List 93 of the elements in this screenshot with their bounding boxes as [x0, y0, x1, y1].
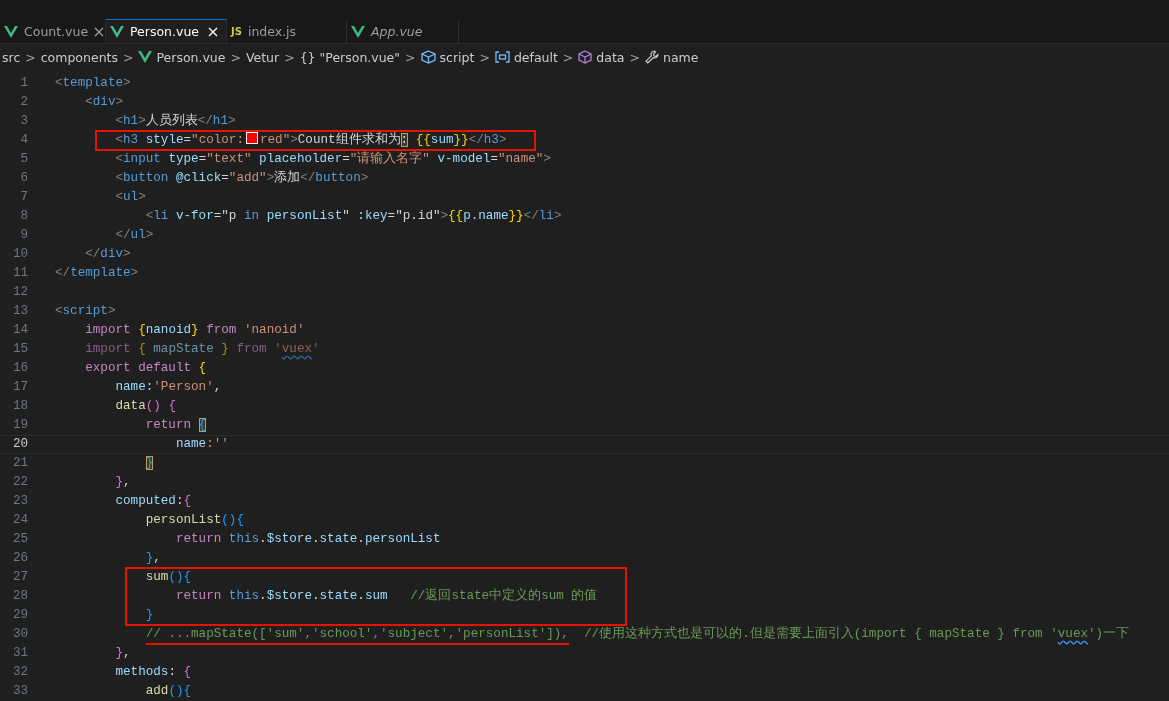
line-number: 15: [11, 341, 28, 358]
code-line: methods: {: [114, 664, 192, 681]
breadcrumb-item[interactable]: default: [494, 49, 558, 65]
editor-tab[interactable]: JS index.js: [227, 19, 347, 43]
cube-icon: [578, 50, 593, 64]
code-line: export default {: [84, 360, 207, 377]
line-number: 4: [19, 132, 28, 149]
code-line: },: [114, 645, 131, 662]
line-number: 2: [19, 94, 28, 111]
line-number: 10: [11, 246, 28, 263]
breadcrumb-separator: >: [562, 49, 574, 65]
code-line: return this.$store.state.sum //返回state中定义的sum 的值: [174, 587, 598, 605]
line-number: 19: [11, 417, 28, 434]
code-line: <ul>: [114, 189, 146, 206]
line-number: 1: [19, 75, 28, 92]
line-number: 17: [11, 379, 28, 396]
code-line: return {: [144, 417, 207, 434]
breadcrumb-item[interactable]: {} "Person.vue": [299, 49, 401, 65]
editor-tab[interactable]: Person.vue: [106, 19, 227, 43]
line-number: 8: [19, 208, 28, 225]
vue-logo-icon: [351, 25, 365, 38]
line-number: 7: [19, 189, 28, 206]
line-number: 3: [19, 113, 28, 130]
breadcrumb-separator: >: [25, 49, 36, 65]
breadcrumb-separator: >: [405, 49, 416, 65]
line-number: 6: [19, 170, 28, 187]
line-number: 18: [11, 398, 28, 415]
code-line: personList(){: [144, 512, 244, 529]
code-line: <script>: [55, 303, 116, 320]
wrench-icon: [645, 50, 659, 64]
code-line: },: [114, 474, 131, 491]
code-line: sum(){: [144, 569, 192, 586]
color-swatch[interactable]: [246, 132, 258, 144]
code-line: <h1>人员列表</h1>: [114, 112, 236, 130]
vue-logo-icon: [4, 25, 18, 38]
vue-logo-icon: [110, 25, 124, 38]
breadcrumb-item[interactable]: Vetur: [245, 49, 280, 65]
line-number: 24: [11, 512, 28, 529]
line-number: 12: [11, 284, 28, 301]
line-number: 11: [11, 265, 28, 282]
code-line: <input type="text" placeholder="请输入名字" v-model="name">: [114, 150, 551, 168]
line-number: 22: [11, 474, 28, 491]
line-number: 31: [11, 645, 28, 662]
code-line: },: [144, 550, 161, 567]
breadcrumb-item[interactable]: Person.vue: [138, 49, 226, 65]
code-line: computed:{: [114, 493, 192, 510]
line-number: 32: [11, 664, 28, 681]
line-number: 29: [11, 607, 28, 624]
line-number: 5: [19, 151, 28, 168]
breadcrumb-item[interactable]: name: [645, 49, 699, 65]
breadcrumb-item[interactable]: data: [578, 49, 625, 65]
breadcrumb-item[interactable]: script: [420, 49, 475, 65]
js-file-icon: JS: [231, 26, 242, 37]
line-number: 14: [11, 322, 28, 339]
line-number: 23: [11, 493, 28, 510]
breadcrumb-item[interactable]: components: [40, 49, 118, 65]
code-line: </div>: [84, 246, 131, 263]
code-line: return this.$store.state.personList: [174, 531, 441, 548]
line-number: 20: [11, 436, 28, 453]
close-icon[interactable]: [94, 26, 105, 37]
code-line: import {nanoid} from 'nanoid': [84, 322, 305, 339]
line-number: 13: [11, 303, 28, 320]
code-line: name:'': [174, 436, 229, 453]
code-line: // ...mapState(['sum','school','subject','personList']), //使用这种方式也是可以的.但是需要上面引入(import { mapState } from 'vuex')一下: [55, 625, 1130, 644]
line-number: 33: [11, 683, 28, 700]
breadcrumb-separator: >: [122, 49, 134, 65]
code-line: import { mapState } from 'vuex': [84, 341, 320, 358]
breadcrumb-separator: >: [284, 49, 295, 65]
module-icon: [494, 51, 510, 63]
vue-logo-icon: [138, 51, 153, 63]
code-line: <button @click="add">添加</button>: [114, 169, 369, 187]
code-line: </template>: [55, 265, 139, 282]
code-line: }: [144, 607, 154, 624]
line-number: 25: [11, 531, 28, 548]
code-line: <div>: [84, 94, 124, 111]
line-number: 28: [11, 588, 28, 605]
code-line: </ul>: [114, 227, 154, 244]
code-line: <template>: [55, 75, 131, 92]
code-line: name:'Person',: [114, 379, 222, 396]
line-number: 26: [11, 550, 28, 567]
breadcrumb-separator: >: [629, 49, 640, 65]
code-line: add(){: [144, 683, 192, 700]
line-number: 9: [19, 227, 28, 244]
line-number: 21: [11, 455, 28, 472]
code-line: <li v-for="p in personList" :key="p.id">{{p.name}}</li>: [144, 208, 562, 225]
cube-icon: [420, 50, 436, 64]
line-number: 27: [11, 569, 28, 586]
line-number: 16: [11, 360, 28, 377]
breadcrumb-separator: >: [230, 49, 241, 65]
breadcrumb-separator: >: [479, 49, 490, 65]
line-number: 30: [11, 626, 28, 643]
code-line: data() {: [114, 398, 176, 415]
breadcrumb-item[interactable]: src: [2, 49, 21, 65]
